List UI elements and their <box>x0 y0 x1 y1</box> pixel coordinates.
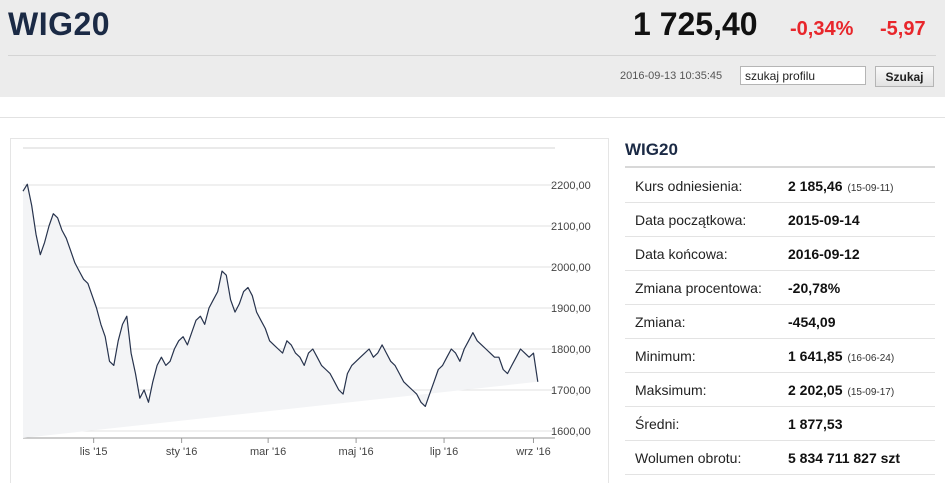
stats-row: Zmiana: -454,09 <box>625 304 935 339</box>
x-tick-label: wrz '16 <box>515 446 551 458</box>
y-tick-label: 1900,00 <box>551 303 591 315</box>
y-tick-label: 2200,00 <box>551 180 591 192</box>
stats-label: Kurs odniesienia: <box>625 169 788 203</box>
stats-value: -20,78% <box>788 270 935 305</box>
stats-value: 1 877,53 <box>788 406 935 441</box>
stats-value: 1 641,85 (16-06-24) <box>788 338 935 373</box>
change-percent: -0,34% <box>790 18 854 40</box>
stats-row: Średni: 1 877,53 <box>625 406 935 441</box>
stats-label: Maksimum: <box>625 372 788 407</box>
stats-row: Zmiana procentowa: -20,78% <box>625 270 935 305</box>
index-title: WIG20 <box>8 6 111 42</box>
stats-value-text: -454,09 <box>788 313 836 330</box>
stats-value: 2 185,46 (15-09-11) <box>788 169 935 203</box>
price-chart[interactable]: 2200,00 2100,00 2000,00 1900,00 1800,00 1700,… <box>10 138 609 483</box>
stats-value-text: -20,78% <box>788 279 841 296</box>
stats-row: Minimum: 1 641,85 (16-06-24) <box>625 338 935 373</box>
stats-label: Zmiana: <box>625 304 788 339</box>
index-price: 1 725,40 <box>633 6 758 42</box>
stats-label: Wolumen obrotu: <box>625 440 788 475</box>
stats-row: Data początkowa: 2015-09-14 <box>625 202 935 237</box>
stats-value-text: 1 641,85 <box>788 347 843 364</box>
info-title: WIG20 <box>625 140 678 159</box>
stats-label: Data końcowa: <box>625 236 788 271</box>
quote-timestamp: 2016-09-13 10:35:45 <box>620 70 723 82</box>
x-tick-label: sty '16 <box>166 446 197 458</box>
stats-label: Minimum: <box>625 338 788 373</box>
x-tick-label: mar '16 <box>250 446 286 458</box>
x-tick-label: lis '15 <box>80 446 108 458</box>
stats-value-date: (16-06-24) <box>847 352 895 364</box>
search-button[interactable]: Szukaj <box>875 66 934 87</box>
header-bar: WIG20 1 725,40 -0,34% -5,97 2016-09-13 1… <box>0 0 945 97</box>
change-absolute: -5,97 <box>880 18 926 40</box>
stats-value: 2016-09-12 <box>788 236 935 271</box>
x-tick-label: lip '16 <box>430 446 458 458</box>
info-divider <box>625 166 935 168</box>
stats-value-text: 2 185,46 <box>788 177 843 194</box>
stats-label: Data początkowa: <box>625 202 788 237</box>
stats-label: Średni: <box>625 406 788 441</box>
stats-value-text: 5 834 711 827 szt <box>788 449 901 466</box>
stats-value-text: 2 202,05 <box>788 381 843 398</box>
y-tick-label: 2100,00 <box>551 221 591 233</box>
stats-value-text: 1 877,53 <box>788 415 843 432</box>
stats-value: -454,09 <box>788 304 935 339</box>
header-divider <box>8 55 936 56</box>
y-tick-label: 1700,00 <box>551 385 591 397</box>
profile-search-input[interactable] <box>740 66 866 85</box>
x-tick-label: maj '16 <box>339 446 374 458</box>
stats-row: Wolumen obrotu: 5 834 711 827 szt <box>625 440 935 475</box>
stats-value-text: 2016-09-12 <box>788 245 860 262</box>
stats-value: 2 202,05 (15-09-17) <box>788 372 935 407</box>
stats-value: 2015-09-14 <box>788 202 935 237</box>
stats-value-date: (15-09-11) <box>847 182 894 194</box>
stats-label: Zmiana procentowa: <box>625 270 788 305</box>
stats-value-date: (15-09-17) <box>847 386 895 398</box>
stats-row: Kurs odniesienia: 2 185,46 (15-09-11) <box>625 169 935 203</box>
y-tick-label: 1800,00 <box>551 344 591 356</box>
stats-row: Data końcowa: 2016-09-12 <box>625 236 935 271</box>
y-tick-label: 1600,00 <box>551 426 591 438</box>
stats-value: 5 834 711 827 szt <box>788 440 935 475</box>
stats-row: Maksimum: 2 202,05 (15-09-17) <box>625 372 935 407</box>
stats-table: Kurs odniesienia: 2 185,46 (15-09-11) Data … <box>625 169 935 475</box>
stats-value-text: 2015-09-14 <box>788 211 860 228</box>
y-tick-label: 2000,00 <box>551 262 591 274</box>
